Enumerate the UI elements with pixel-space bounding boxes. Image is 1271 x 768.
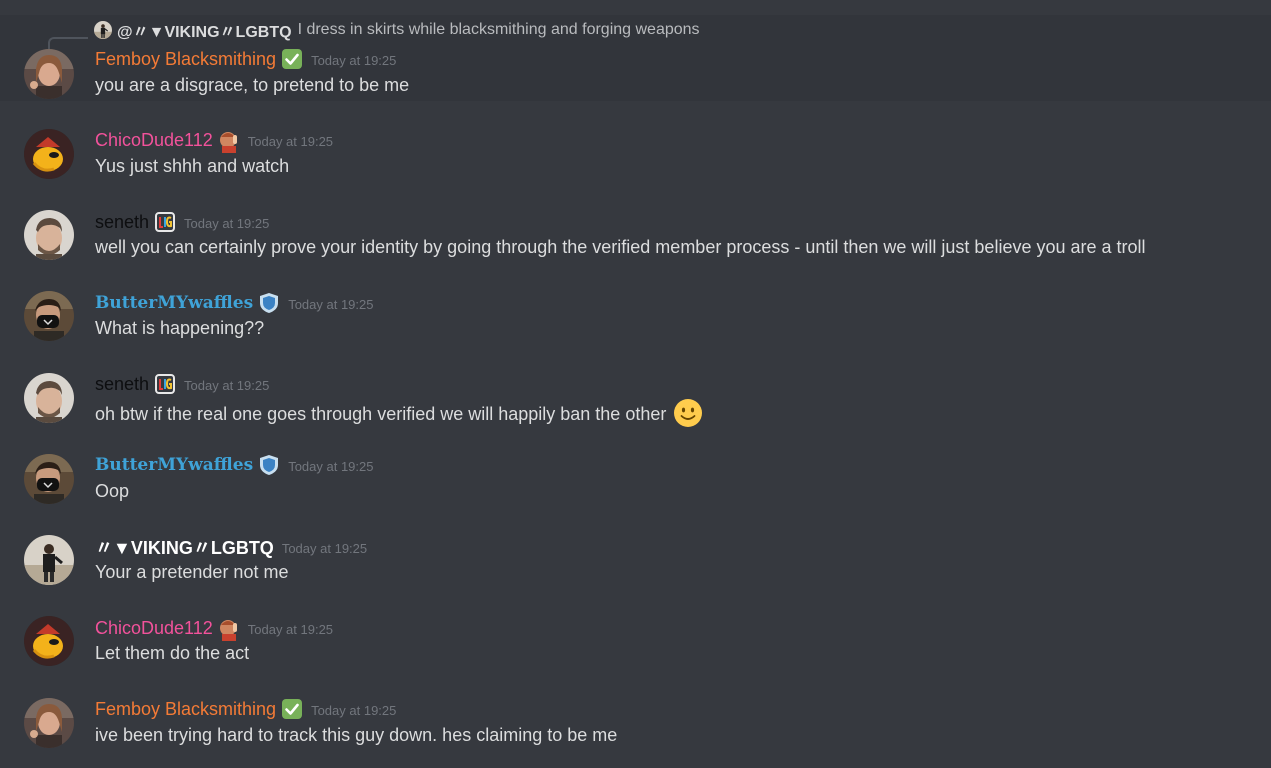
timestamp[interactable]: Today at 19:25 <box>311 50 396 68</box>
avatar[interactable] <box>24 535 74 585</box>
message-content: well you can certainly prove your identi… <box>95 237 1146 257</box>
username[interactable]: Femboy Blacksmithing <box>95 699 276 720</box>
message-content: Let them do the act <box>95 643 250 663</box>
message-9: Femboy Blacksmithing Today at 19:25 ive … <box>0 692 1271 768</box>
message-4: ButterMYwaffles Today at 19:25 What is h… <box>0 285 1271 355</box>
timestamp[interactable]: Today at 19:25 <box>311 700 396 718</box>
avatar[interactable] <box>24 373 74 423</box>
message-8: ChicoDude112 Today at 19:25 Let them do … <box>0 610 1271 680</box>
avatar[interactable] <box>24 454 74 504</box>
username[interactable]: ButterMYwaffles <box>95 455 253 475</box>
message-header: ButterMYwaffles Today at 19:25 <box>95 291 373 315</box>
message-header: Femboy Blacksmithing Today at 19:25 <box>95 697 396 721</box>
message-content: What is happening?? <box>95 318 265 338</box>
lgbt-badge-icon <box>154 211 176 233</box>
message-content: Yus just shhh and watch <box>95 156 290 176</box>
message-2: ChicoDude112 Today at 19:25 Yus just shh… <box>0 122 1271 192</box>
message-header: seneth Today at 19:25 <box>95 210 269 234</box>
message-content: ive been trying hard to track this guy d… <box>95 725 618 745</box>
message-header: seneth Today at 19:25 <box>95 372 269 396</box>
avatar[interactable] <box>24 210 74 260</box>
timestamp[interactable]: Today at 19:25 <box>248 619 333 637</box>
message-content: Your a pretender not me <box>95 562 289 582</box>
timestamp[interactable]: Today at 19:25 <box>282 538 367 556</box>
thumbs-up-girl-icon <box>218 617 240 641</box>
username[interactable]: Femboy Blacksmithing <box>95 49 276 70</box>
message-7: 〃▼VIKING〃LGBTQ Today at 19:25 Your a pre… <box>0 529 1271 599</box>
message-content: Oop <box>95 481 130 501</box>
message-6: ButterMYwaffles Today at 19:25 Oop <box>0 448 1271 518</box>
message-header: ButterMYwaffles Today at 19:25 <box>95 453 373 477</box>
message-header: Femboy Blacksmithing Today at 19:25 <box>95 47 396 71</box>
verified-check-icon <box>281 48 303 70</box>
shield-icon <box>258 292 280 314</box>
shield-icon <box>258 454 280 476</box>
timestamp[interactable]: Today at 19:25 <box>288 456 373 474</box>
slight-smile-emoji[interactable] <box>673 398 703 428</box>
avatar[interactable] <box>24 291 74 341</box>
timestamp[interactable]: Today at 19:25 <box>184 213 269 231</box>
verified-check-icon <box>281 698 303 720</box>
message-header: ChicoDude112 Today at 19:25 <box>95 616 333 641</box>
avatar[interactable] <box>24 49 74 99</box>
reply-avatar <box>94 21 112 39</box>
lgbt-badge-icon <box>154 373 176 395</box>
thumbs-up-girl-icon <box>218 129 240 153</box>
message-header: 〃▼VIKING〃LGBTQ Today at 19:25 <box>95 535 367 559</box>
avatar[interactable] <box>24 129 74 179</box>
message-header: ChicoDude112 Today at 19:25 <box>95 128 333 153</box>
message-3: seneth Today at 19:25 well you can certa… <box>0 203 1271 273</box>
message-content: oh btw if the real one goes through veri… <box>95 398 703 428</box>
message-text: oh btw if the real one goes through veri… <box>95 404 667 424</box>
reply-author[interactable]: @〃▼VIKING〃LGBTQ <box>117 18 292 42</box>
avatar[interactable] <box>24 698 74 748</box>
username[interactable]: ButterMYwaffles <box>95 293 253 313</box>
reply-text: I dress in skirts while blacksmithing an… <box>297 21 700 38</box>
timestamp[interactable]: Today at 19:25 <box>248 131 333 149</box>
reply-connector <box>48 37 88 49</box>
username[interactable]: ChicoDude112 <box>95 130 213 151</box>
username[interactable]: seneth <box>95 374 149 395</box>
timestamp[interactable]: Today at 19:25 <box>184 375 269 393</box>
username[interactable]: 〃▼VIKING〃LGBTQ <box>95 534 274 560</box>
timestamp[interactable]: Today at 19:25 <box>288 294 373 312</box>
message-content: you are a disgrace, to pretend to be me <box>95 75 410 95</box>
avatar[interactable] <box>24 616 74 666</box>
reply-preview[interactable]: @〃▼VIKING〃LGBTQ I dress in skirts while … <box>94 19 700 41</box>
message-5: seneth Today at 19:25 oh btw if the real… <box>0 365 1271 440</box>
username[interactable]: seneth <box>95 212 149 233</box>
message-1: @〃▼VIKING〃LGBTQ I dress in skirts while … <box>0 15 1271 101</box>
username[interactable]: ChicoDude112 <box>95 618 213 639</box>
